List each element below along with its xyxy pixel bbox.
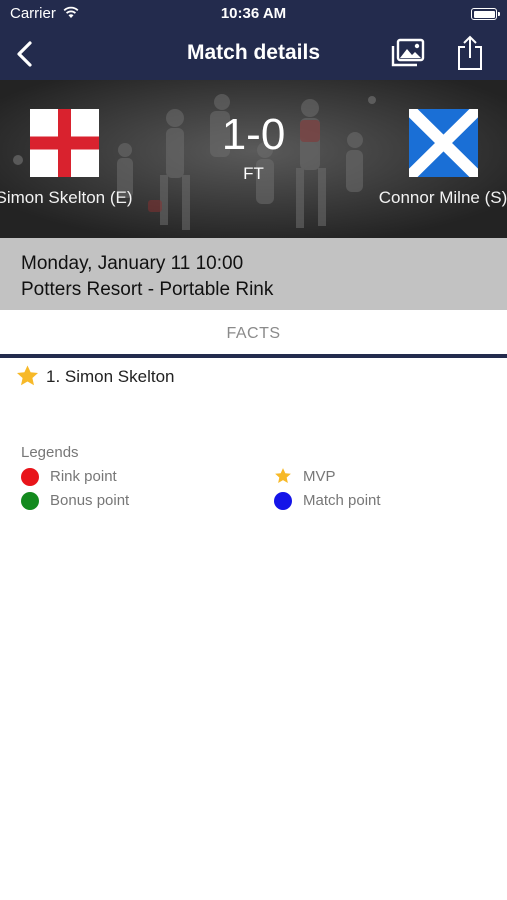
legend-label: Rink point (50, 468, 117, 485)
battery-icon (471, 8, 500, 20)
legend-label: MVP (303, 468, 336, 485)
tab-indicator (0, 354, 507, 358)
legends: Legends Rink point MVP Bonus point Match… (21, 444, 491, 510)
match-info: Monday, January 11 10:00 Potters Resort … (0, 238, 507, 310)
navigation-bar: Match details (0, 28, 507, 80)
share-icon[interactable] (454, 34, 486, 72)
scotland-flag-icon (409, 109, 478, 177)
clock: 10:36 AM (220, 5, 287, 22)
fact-text: 1. Simon Skelton (46, 367, 175, 386)
page-title: Match details (186, 41, 321, 64)
legend-label: Bonus point (50, 492, 130, 509)
legend-label: Match point (303, 492, 381, 509)
photo-gallery-icon[interactable] (390, 37, 426, 69)
red-dot-icon (21, 468, 39, 486)
away-team-name: Connor Milne (S) (378, 188, 507, 207)
green-dot-icon (21, 492, 39, 510)
tab-facts[interactable]: FACTS (0, 325, 507, 343)
match-date-time: Monday, January 11 10:00 (21, 253, 244, 274)
mvp-star-icon (17, 365, 38, 386)
status-bar: Carrier 10:36 AM (0, 0, 507, 28)
tab-bar: FACTS (0, 310, 507, 358)
star-icon (275, 468, 291, 483)
blue-dot-icon (274, 492, 292, 510)
match-header: Simon Skelton (E) 1-0 FT Connor Milne (S… (0, 80, 507, 238)
home-team-name: Simon Skelton (E) (0, 188, 133, 207)
match-venue: Potters Resort - Portable Rink (21, 279, 274, 300)
legends-title: Legends (21, 444, 79, 461)
